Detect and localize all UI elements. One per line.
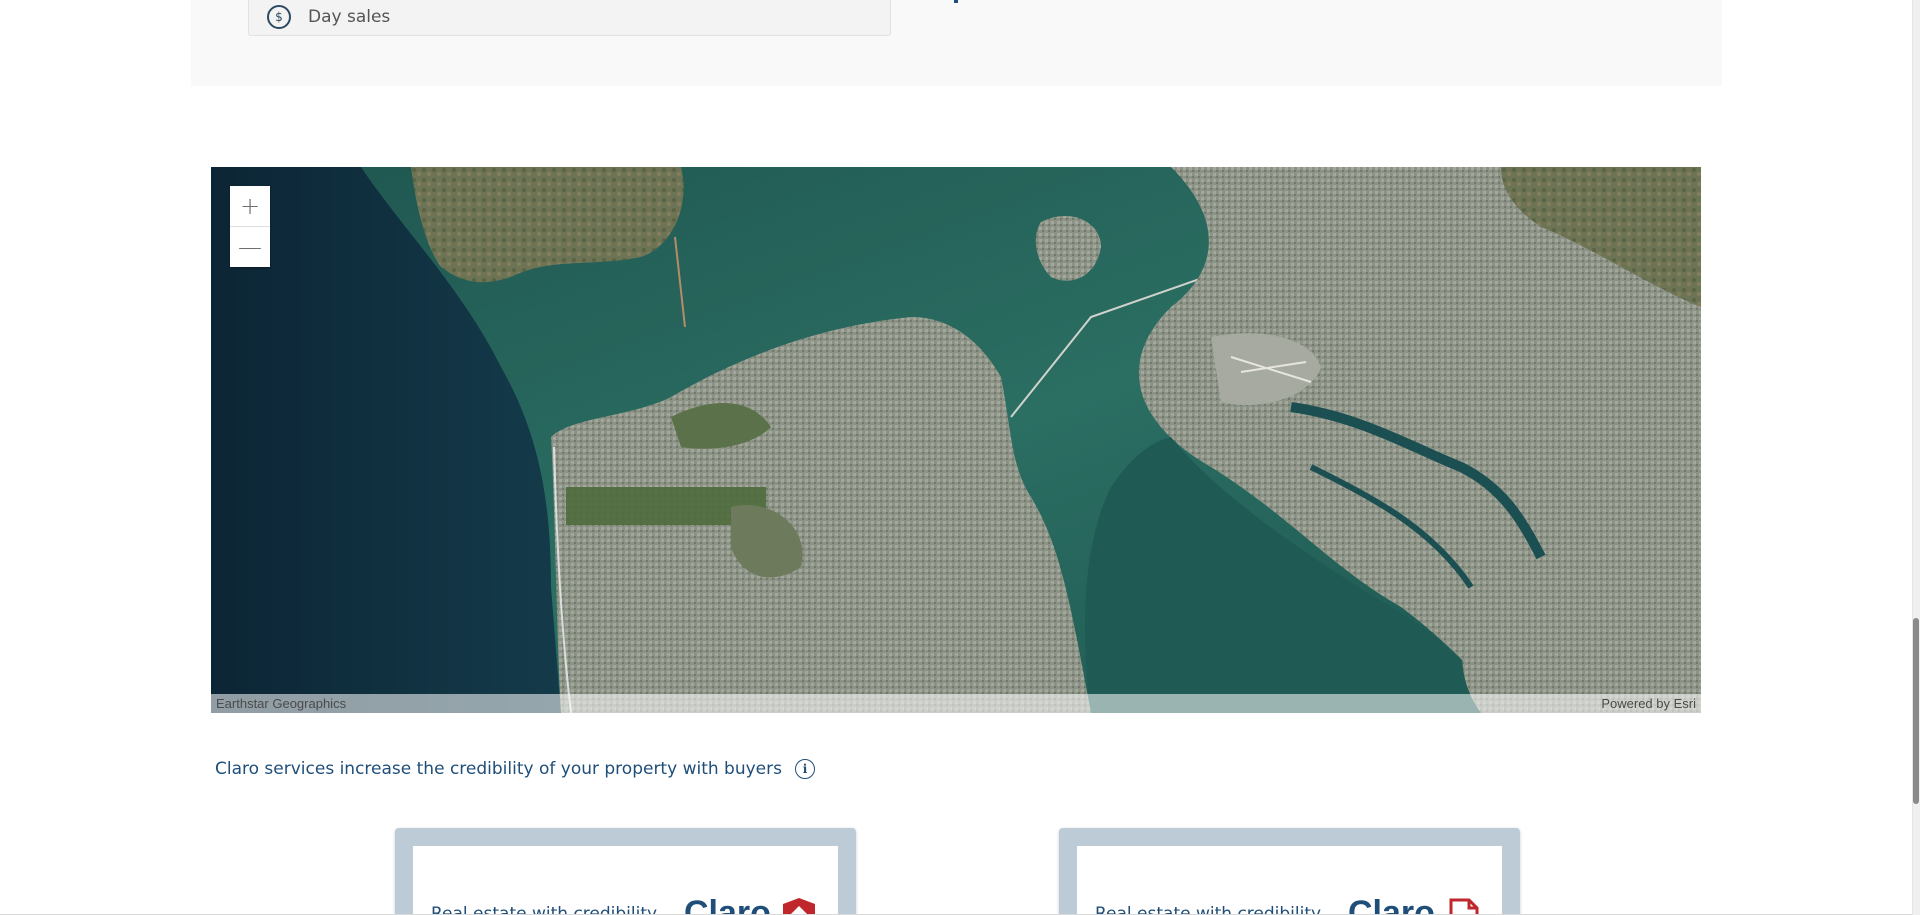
link-fragment	[954, 0, 958, 3]
hand-coin-icon: $	[267, 4, 291, 29]
day-sales-label: Day sales	[308, 6, 391, 27]
shield-icon	[783, 898, 815, 915]
map-attribution-source[interactable]: Earthstar Geographics	[216, 696, 346, 711]
scrollbar-thumb[interactable]	[1913, 618, 1919, 804]
zoom-control: + —	[230, 186, 270, 267]
claro-card-1[interactable]: Real estate with credibility Claro	[395, 828, 856, 915]
document-icon	[1449, 898, 1479, 915]
zoom-out-button[interactable]: —	[230, 227, 270, 267]
info-icon[interactable]: i	[794, 759, 815, 779]
credibility-text: Claro services increase the credibility …	[215, 759, 782, 779]
day-sales-option[interactable]: $ Day sales	[248, 0, 891, 36]
satellite-map[interactable]: + — Earthstar Geographics Powered by Esr…	[211, 167, 1701, 713]
map-attribution-esri[interactable]: Powered by Esri	[1601, 696, 1696, 711]
zoom-in-button[interactable]: +	[230, 186, 270, 226]
map-imagery	[211, 167, 1701, 713]
page: $ Day sales + — Earthstar Geographics Po…	[0, 0, 1920, 915]
claro-logo-text: Claro	[684, 894, 771, 915]
claro-logo-text: Claro	[1348, 894, 1435, 915]
map-attribution-bar: Earthstar Geographics Powered by Esri	[211, 694, 1701, 713]
claro-card-2[interactable]: Real estate with credibility Claro	[1059, 828, 1520, 915]
credibility-statement: Claro services increase the credibility …	[215, 759, 815, 779]
